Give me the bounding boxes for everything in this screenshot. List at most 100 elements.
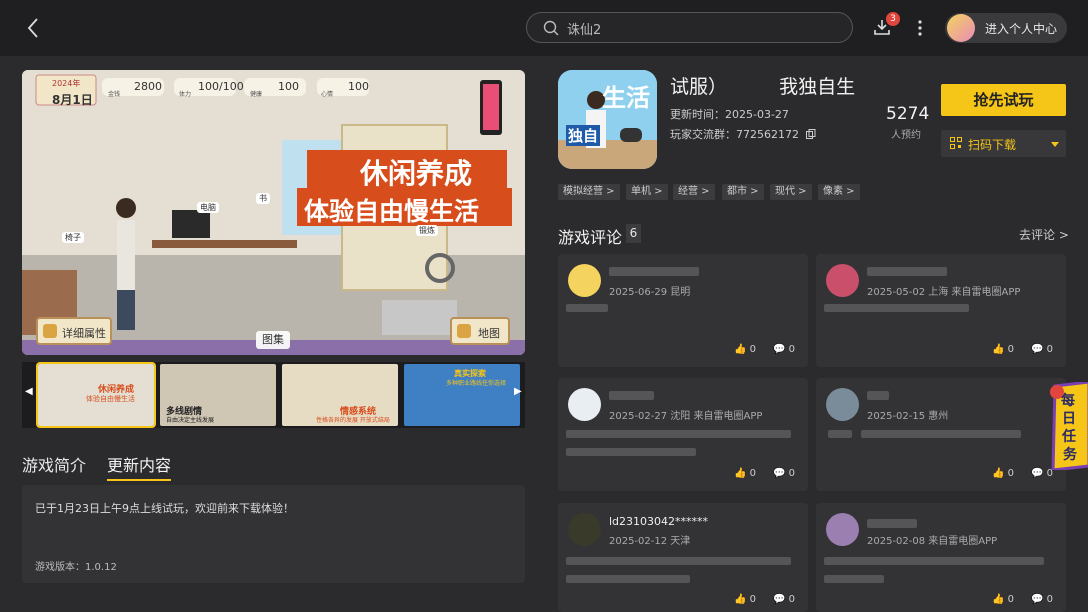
- review-date: 2025-06-29 昆明: [609, 287, 691, 298]
- copy-icon[interactable]: [805, 129, 816, 139]
- search-box[interactable]: [526, 12, 853, 43]
- reviewer-avatar: [826, 513, 859, 546]
- review-date: 2025-02-15 惠州: [867, 411, 949, 422]
- review-card[interactable]: 2025-02-15 惠州 👍 0 💬 0: [816, 378, 1066, 491]
- game-title-part-1: 试服）: [670, 76, 728, 98]
- hero-stamina: 100/100: [198, 80, 244, 93]
- blurred-comment: [566, 557, 791, 565]
- user-avatar: [947, 14, 975, 42]
- tag-simulation[interactable]: 模拟经营 >: [558, 184, 620, 200]
- blurred-username: [867, 267, 947, 276]
- thumbnail-4[interactable]: 真实探索 多种职业路线任你选择: [404, 364, 520, 426]
- hero-headline-2: 体验自由慢生活: [304, 197, 480, 226]
- detail-attributes-button[interactable]: 详细属性: [36, 317, 112, 345]
- write-review-link[interactable]: 去评论 >: [1019, 226, 1069, 243]
- like-button[interactable]: 👍 0: [992, 344, 1014, 355]
- profile-center-button[interactable]: 进入个人中心: [945, 13, 1067, 43]
- gallery-label[interactable]: 图集: [256, 331, 290, 349]
- blurred-comment: [824, 575, 884, 583]
- blurred-comment: [566, 430, 791, 438]
- update-text: 已于1月23日上午9点上线试玩，欢迎前来下载体验！: [35, 502, 294, 515]
- thumbnail-1[interactable]: 休闲养成 体验自由慢生活: [36, 362, 156, 428]
- blurred-comment: [566, 304, 608, 312]
- thumb-caption-sub: 体验自由慢生活: [86, 395, 135, 403]
- back-arrow-icon[interactable]: [22, 16, 46, 40]
- tag-pixel[interactable]: 像素 >: [818, 184, 860, 200]
- review-date: 2025-02-12 天津: [609, 536, 691, 547]
- tab-update[interactable]: 更新内容: [107, 452, 172, 481]
- comment-count: 0: [1046, 594, 1054, 605]
- comment-button[interactable]: 💬 0: [773, 594, 795, 605]
- game-title: 试服） 我独自生: [670, 72, 855, 99]
- thumbnail-2[interactable]: 多线剧情 自由决定主线发展: [160, 364, 276, 426]
- blurred-comment: [566, 575, 690, 583]
- map-label: 地图: [478, 327, 500, 340]
- like-count: 0: [749, 594, 757, 605]
- thumb-caption-sub: 性格各异的发展 开放式结局: [316, 417, 390, 424]
- early-trial-button[interactable]: 抢先试玩: [941, 84, 1066, 116]
- like-count: 0: [749, 344, 757, 355]
- thumbnail-3[interactable]: 情感系统 性格各异的发展 开放式结局: [282, 364, 398, 426]
- mission-char-1: 每: [1061, 393, 1075, 409]
- review-date: 2025-02-27 沈阳 来自雷电圈APP: [609, 411, 763, 422]
- like-count: 0: [1007, 594, 1015, 605]
- detail-attributes-label: 详细属性: [62, 327, 106, 340]
- hero-health-label: 健康: [250, 91, 263, 98]
- download-badge: 3: [886, 12, 900, 26]
- blurred-comment: [824, 304, 969, 312]
- review-card[interactable]: ld23103042****** 2025-02-12 天津 👍 0 💬 0: [558, 503, 808, 612]
- game-icon: 生活 独自: [558, 70, 657, 169]
- search-icon: [543, 20, 559, 36]
- review-card[interactable]: 2025-06-29 昆明 👍 0 💬 0: [558, 254, 808, 367]
- game-icon-text-bottom: 独自: [566, 125, 601, 146]
- user-icon: [43, 324, 57, 338]
- tag-management[interactable]: 经营 >: [673, 184, 715, 200]
- hero-health: 100: [278, 80, 299, 93]
- tab-intro[interactable]: 游戏简介: [22, 452, 86, 476]
- review-card[interactable]: 2025-02-08 来自雷电圈APP 👍 0 💬 0: [816, 503, 1066, 612]
- hero-label-book: 书: [256, 193, 270, 204]
- hero-date: 8月1日: [52, 93, 93, 107]
- hero-label-chair: 椅子: [62, 232, 84, 243]
- update-content-box: 已于1月23日上午9点上线试玩，欢迎前来下载体验！ 游戏版本：1.0.12: [22, 485, 525, 583]
- tag-single-player[interactable]: 单机 >: [626, 184, 668, 200]
- hero-label-computer: 电脑: [197, 202, 219, 213]
- like-button[interactable]: 👍 0: [734, 594, 756, 605]
- review-card[interactable]: 2025-05-02 上海 来自雷电圈APP 👍 0 💬 0: [816, 254, 1066, 367]
- review-card[interactable]: 2025-02-27 沈阳 来自雷电圈APP 👍 0 💬 0: [558, 378, 808, 491]
- mission-char-4: 务: [1063, 447, 1077, 463]
- reserve-label: 人预约: [891, 130, 921, 141]
- reviewer-name: ld23103042******: [609, 515, 709, 528]
- reserve-count: 5274: [886, 104, 930, 124]
- hero-screenshot[interactable]: 2024年 8月1日 2800 金钱 100/100 体力 100 健康 100…: [22, 70, 525, 355]
- comment-button[interactable]: 💬 0: [1031, 344, 1053, 355]
- search-input[interactable]: [567, 17, 837, 39]
- hero-headline-1: 休闲养成: [360, 157, 473, 190]
- like-button[interactable]: 👍 0: [992, 468, 1014, 479]
- blurred-comment: [824, 557, 1044, 565]
- reviewer-avatar: [568, 513, 601, 546]
- scan-download-button[interactable]: 扫码下载: [941, 130, 1066, 157]
- map-button[interactable]: 地图: [450, 317, 510, 345]
- reviews-count: 6: [626, 224, 641, 243]
- comment-button[interactable]: 💬 0: [773, 344, 795, 355]
- like-button[interactable]: 👍 0: [992, 594, 1014, 605]
- thumb-next-icon[interactable]: ▶: [514, 386, 524, 404]
- hero-label-bike: 锻炼: [416, 225, 438, 236]
- game-title-part-2: 我独自生: [779, 76, 856, 98]
- more-menu-icon[interactable]: [913, 18, 927, 38]
- review-date: 2025-02-08 来自雷电圈APP: [867, 536, 998, 547]
- hero-stamina-label: 体力: [179, 91, 192, 98]
- comment-button[interactable]: 💬 0: [773, 468, 795, 479]
- review-date: 2025-05-02 上海 来自雷电圈APP: [867, 287, 1021, 298]
- like-button[interactable]: 👍 0: [734, 344, 756, 355]
- tag-modern[interactable]: 现代 >: [770, 184, 812, 200]
- thumb-prev-icon[interactable]: ◀: [25, 386, 35, 404]
- like-button[interactable]: 👍 0: [734, 468, 756, 479]
- update-time: 更新时间：2025-03-27: [670, 108, 789, 121]
- qr-code-icon: [950, 137, 962, 149]
- tag-urban[interactable]: 都市 >: [722, 184, 764, 200]
- hero-mood: 100: [348, 80, 369, 93]
- daily-mission-button[interactable]: 每 日 任 务: [1049, 382, 1088, 470]
- comment-button[interactable]: 💬 0: [1031, 594, 1053, 605]
